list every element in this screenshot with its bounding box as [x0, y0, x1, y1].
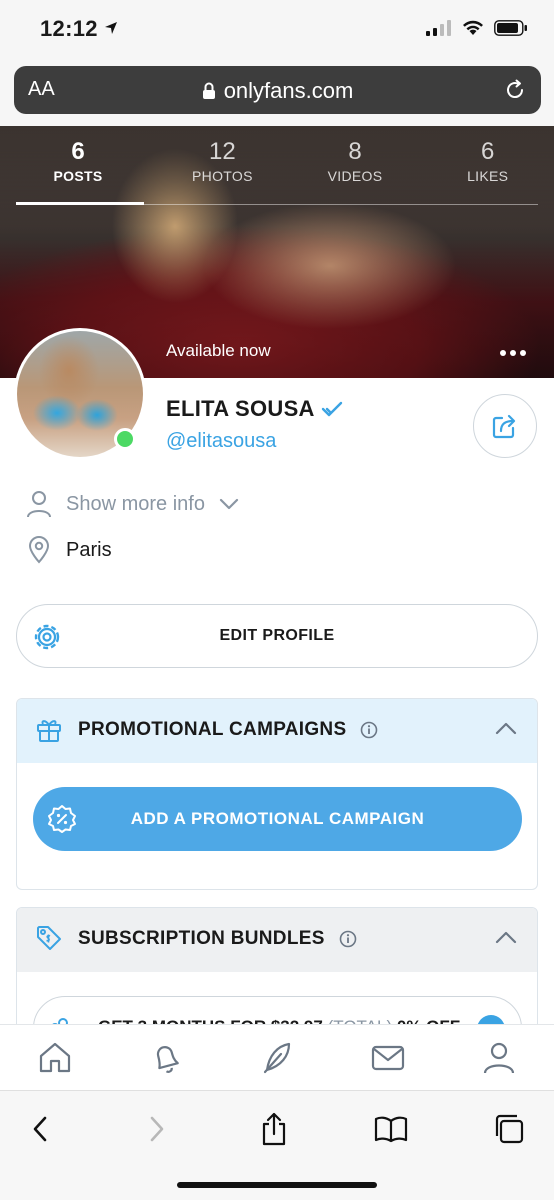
- subscription-bundles-title: SUBSCRIPTION BUNDLES: [78, 928, 357, 950]
- location-label: Paris: [66, 538, 112, 561]
- availability-status: Available now: [166, 341, 271, 360]
- battery-icon: [494, 20, 527, 36]
- home-indicator: [177, 1182, 377, 1188]
- subscription-bundles-title-text: SUBSCRIPTION BUNDLES: [78, 928, 325, 949]
- nav-profile[interactable]: [469, 1028, 529, 1088]
- promotional-campaigns-card: PROMOTIONAL CAMPAIGNS ADD A PROMOTIONAL …: [16, 698, 538, 890]
- tab-posts[interactable]: 6 POSTS: [0, 138, 156, 184]
- tabs-button[interactable]: [489, 1109, 529, 1149]
- more-options-icon[interactable]: [500, 350, 526, 356]
- chevron-up-icon[interactable]: [495, 721, 517, 735]
- share-profile-button[interactable]: [473, 394, 537, 458]
- profile-stats-tabs: 6 POSTS 12 PHOTOS 8 VIDEOS 6 LIKES: [0, 138, 554, 184]
- tabs-icon: [495, 1114, 524, 1144]
- profile-name-text: ELITA SOUSA: [166, 396, 315, 421]
- active-tab-indicator: [16, 202, 144, 205]
- edit-profile-button[interactable]: EDIT PROFILE: [16, 604, 538, 668]
- bell-icon: [157, 1045, 180, 1073]
- stat-label: POSTS: [53, 168, 103, 184]
- share-icon: [492, 414, 516, 439]
- status-bar: 12:12: [0, 0, 554, 62]
- reload-icon[interactable]: [503, 78, 527, 102]
- envelope-icon: [371, 1045, 404, 1070]
- chevron-left-icon: [33, 1116, 47, 1142]
- stat-label: VIDEOS: [327, 168, 383, 184]
- url-host[interactable]: onlyfans.com: [14, 78, 541, 104]
- info-icon[interactable]: [339, 930, 357, 948]
- profile-handle[interactable]: @elitasousa: [166, 430, 276, 453]
- nav-home[interactable]: [25, 1028, 85, 1088]
- home-icon: [40, 1042, 71, 1072]
- browser-chrome: AA onlyfans.com: [0, 62, 554, 126]
- edit-profile-label: EDIT PROFILE: [219, 627, 335, 644]
- verified-check-icon: [321, 401, 342, 417]
- feather-icon: [263, 1042, 291, 1073]
- online-status-indicator: [114, 428, 136, 450]
- promotional-campaigns-title: PROMOTIONAL CAMPAIGNS: [78, 719, 378, 741]
- tab-photos[interactable]: 12 PHOTOS: [156, 138, 289, 184]
- tab-videos[interactable]: 8 VIDEOS: [289, 138, 422, 184]
- info-icon[interactable]: [360, 721, 378, 739]
- show-more-info-toggle[interactable]: Show more info: [26, 490, 239, 518]
- status-time: 12:12: [40, 16, 118, 42]
- share-button[interactable]: [254, 1109, 294, 1149]
- back-button[interactable]: [20, 1109, 60, 1149]
- location-arrow-icon: [105, 22, 118, 34]
- forward-button[interactable]: [137, 1109, 177, 1149]
- show-more-info-label: Show more info: [66, 492, 205, 515]
- price-tag-icon: [37, 926, 61, 950]
- stat-value: 6: [71, 138, 85, 165]
- nav-new-post[interactable]: [247, 1028, 307, 1088]
- nav-notifications[interactable]: [136, 1028, 196, 1088]
- bookmarks-button[interactable]: [371, 1109, 411, 1149]
- stat-value: 6: [480, 138, 495, 165]
- share-icon: [262, 1112, 286, 1146]
- nav-messages[interactable]: [358, 1028, 418, 1088]
- promotional-campaigns-header[interactable]: PROMOTIONAL CAMPAIGNS: [17, 699, 537, 763]
- chevron-up-icon[interactable]: [495, 930, 517, 944]
- add-promotional-campaign-button[interactable]: ADD A PROMOTIONAL CAMPAIGN: [33, 787, 522, 851]
- user-icon: [483, 1042, 514, 1073]
- profile-name: ELITA SOUSA: [166, 396, 343, 422]
- chevron-down-icon: [219, 498, 239, 510]
- location-pin-icon: [28, 536, 50, 564]
- gift-icon: [37, 720, 61, 742]
- tab-likes[interactable]: 6 LIKES: [421, 138, 554, 184]
- stat-label: PHOTOS: [192, 168, 253, 184]
- status-icons: [426, 20, 528, 36]
- stat-value: 12: [209, 138, 236, 165]
- chevron-right-icon: [150, 1116, 164, 1142]
- promotional-campaigns-title-text: PROMOTIONAL CAMPAIGNS: [78, 719, 347, 740]
- book-icon: [374, 1116, 408, 1143]
- stat-value: 8: [348, 138, 362, 165]
- cellular-signal-icon: [426, 20, 451, 36]
- add-promotional-campaign-label: ADD A PROMOTIONAL CAMPAIGN: [130, 809, 425, 828]
- wifi-icon: [463, 20, 483, 35]
- app-bottom-nav: [0, 1024, 554, 1090]
- address-bar[interactable]: AA onlyfans.com: [14, 66, 541, 114]
- subscription-bundles-header[interactable]: SUBSCRIPTION BUNDLES: [17, 908, 537, 972]
- location-row: Paris: [26, 536, 112, 564]
- lock-icon: [202, 82, 215, 99]
- stat-label: LIKES: [467, 168, 509, 184]
- user-icon: [27, 491, 51, 518]
